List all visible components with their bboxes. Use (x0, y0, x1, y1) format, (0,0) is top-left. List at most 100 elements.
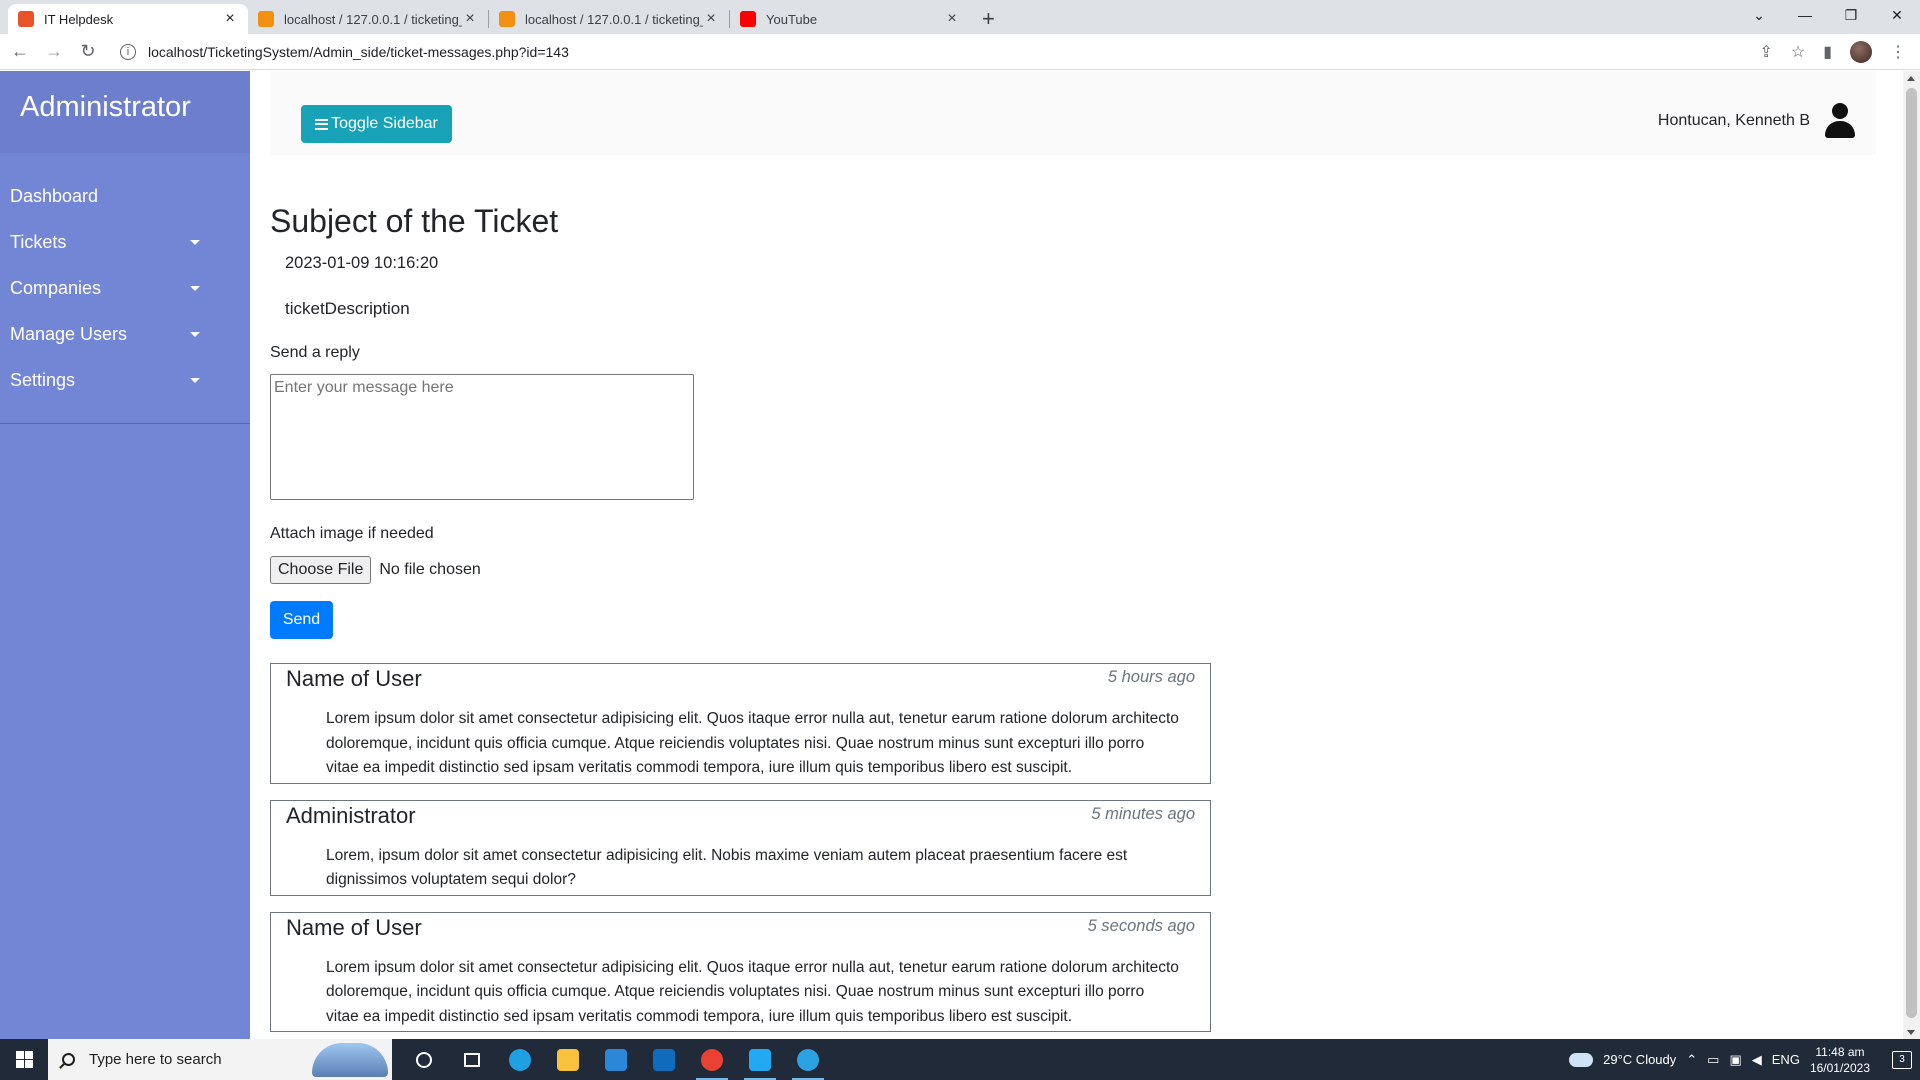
browser-tab-bar: IT Helpdesk × localhost / 127.0.0.1 / ti… (0, 0, 1920, 34)
weather-text[interactable]: 29°C Cloudy (1603, 1052, 1676, 1067)
store-taskbar-button[interactable] (592, 1039, 640, 1080)
start-button[interactable] (0, 1039, 48, 1080)
task-view-icon (464, 1052, 480, 1067)
meet-now-icon[interactable]: ▭ (1707, 1052, 1719, 1068)
address-bar: ← → ↻ i localhost/TicketingSystem/Admin_… (0, 34, 1920, 70)
volume-icon[interactable]: ◀ (1752, 1052, 1762, 1068)
tab-favicon-icon (499, 11, 515, 27)
site-info-icon[interactable]: i (120, 43, 136, 60)
tab-close-icon[interactable]: × (944, 10, 960, 28)
message-body: Lorem ipsum dolor sit amet consectetur a… (326, 710, 1179, 776)
choose-file-button[interactable]: Choose File (270, 556, 372, 584)
task-view-taskbar-button[interactable] (448, 1039, 496, 1080)
hamburger-icon (315, 118, 329, 130)
store-icon (605, 1048, 627, 1071)
clock-date: 16/01/2023 (1809, 1060, 1870, 1075)
reload-icon[interactable]: ↻ (74, 38, 102, 66)
minimize-button[interactable]: — (1782, 0, 1828, 30)
share-icon[interactable]: ⇪ (1759, 42, 1772, 62)
file-explorer-icon (557, 1048, 579, 1071)
tab-title: YouTube (766, 11, 818, 27)
notification-count: 3 (1899, 1054, 1905, 1065)
file-input: Choose File No file chosen (270, 556, 481, 584)
tab-title: localhost / 127.0.0.1 / ticketing_s (525, 11, 703, 27)
tab-favicon-icon (258, 11, 274, 27)
restore-button[interactable]: ❐ (1828, 0, 1874, 30)
mail-icon (653, 1048, 675, 1071)
vscode-icon (749, 1048, 771, 1071)
browser-tab[interactable]: IT Helpdesk × (8, 4, 248, 34)
tab-search-icon[interactable]: ⌄ (1736, 0, 1782, 30)
windows-taskbar: Type here to search 29°C Cloudy ⌃ ▭ ▣ ◀ … (0, 1039, 1920, 1080)
reply-textarea[interactable] (270, 374, 694, 500)
browser-tab[interactable]: YouTube × (730, 4, 970, 34)
sidebar-title: Administrator (0, 71, 250, 153)
notification-icon[interactable]: 3 (1892, 1050, 1912, 1069)
bookmark-star-icon[interactable]: ☆ (1791, 42, 1805, 62)
sidebar-item-manage-users[interactable]: Manage Users (0, 311, 250, 357)
cortana-icon (416, 1051, 432, 1068)
message-card: Name of User 5 hours ago Lorem ipsum dol… (270, 663, 1211, 784)
message-time: 5 hours ago (1107, 668, 1195, 686)
network-icon[interactable]: ▣ (1729, 1052, 1741, 1068)
sidebar-item-companies[interactable]: Companies (0, 265, 250, 311)
sidebar-item-label: Settings (10, 369, 76, 390)
weather-cloud-icon[interactable] (1569, 1052, 1594, 1067)
chrome-icon (701, 1048, 723, 1071)
tab-close-icon[interactable]: × (703, 10, 719, 28)
menu-kebab-icon[interactable]: ⋮ (1890, 42, 1906, 62)
browser-tab[interactable]: localhost / 127.0.0.1 / ticketing_s × (489, 4, 729, 34)
new-tab-button[interactable]: + (970, 4, 1007, 34)
ticket-date: 2023-01-09 10:16:20 (285, 254, 439, 272)
sidebar-item-label: Tickets (10, 231, 67, 252)
tab-favicon-icon (740, 11, 756, 27)
browser-tab[interactable]: localhost / 127.0.0.1 / ticketing_s × (248, 4, 488, 34)
file-explorer-taskbar-button[interactable] (544, 1039, 592, 1080)
back-icon[interactable]: ← (6, 38, 34, 66)
profile-avatar[interactable] (1850, 40, 1872, 63)
user-icon[interactable] (1824, 103, 1856, 139)
message-time: 5 seconds ago (1087, 916, 1195, 935)
sidebar-menu: Dashboard Tickets Companies Manage Users Set… (0, 153, 250, 424)
edge-taskbar-button[interactable] (496, 1039, 544, 1080)
main-content: Toggle Sidebar Hontucan, Kenneth B Subje… (250, 71, 1896, 1039)
send-button[interactable]: Send (270, 601, 333, 639)
chrome-taskbar-button[interactable] (688, 1039, 736, 1080)
message-card: Name of User 5 seconds ago Lorem ipsum d… (270, 911, 1211, 1032)
tab-close-icon[interactable]: × (222, 10, 238, 28)
clock[interactable]: 11:48 am 16/01/2023 (1810, 1044, 1870, 1076)
web-page: Administrator Dashboard Tickets Companies M… (0, 71, 1920, 1039)
taskbar-apps (400, 1039, 832, 1080)
user-menu[interactable]: Hontucan, Kenneth B (1658, 103, 1856, 139)
taskbar-search-placeholder: Type here to search (89, 1051, 222, 1068)
top-navbar: Toggle Sidebar Hontucan, Kenneth B (270, 71, 1876, 155)
message-time: 5 minutes ago (1091, 804, 1195, 823)
sidebar-item-dashboard[interactable]: Dashboard (0, 173, 250, 219)
message-list: Name of User 5 hours ago Lorem ipsum dol… (270, 663, 1211, 1039)
scroll-down-icon[interactable] (1907, 1030, 1915, 1035)
scrollbar-thumb[interactable] (1906, 88, 1917, 1018)
url-text: localhost/TicketingSystem/Admin_side/tic… (148, 43, 569, 60)
telegram-taskbar-button[interactable] (784, 1039, 832, 1080)
cortana-taskbar-button[interactable] (400, 1039, 448, 1080)
tray-chevron-icon[interactable]: ⌃ (1686, 1052, 1697, 1068)
forward-icon[interactable]: → (40, 38, 68, 66)
edge-icon (509, 1048, 531, 1071)
sidebar-item-label: Dashboard (10, 185, 99, 206)
mail-taskbar-button[interactable] (640, 1039, 688, 1080)
system-tray: 29°C Cloudy ⌃ ▭ ▣ ◀ ENG 11:48 am 16/01/2… (1569, 1044, 1920, 1076)
tab-close-icon[interactable]: × (462, 10, 478, 28)
url-field[interactable]: i localhost/TicketingSystem/Admin_side/t… (112, 38, 1759, 66)
taskbar-search[interactable]: Type here to search (48, 1039, 392, 1080)
page-scrollbar[interactable] (1903, 71, 1920, 1039)
sidebar-item-settings[interactable]: Settings (0, 357, 250, 403)
scroll-up-icon[interactable] (1907, 76, 1915, 81)
sidebar-item-tickets[interactable]: Tickets (0, 219, 250, 265)
language-indicator[interactable]: ENG (1772, 1052, 1800, 1067)
side-panel-icon[interactable]: ▮ (1823, 42, 1832, 62)
windows-logo-icon (15, 1051, 33, 1068)
caret-down-icon (190, 285, 200, 291)
close-window-button[interactable]: ✕ (1874, 0, 1920, 30)
toggle-sidebar-button[interactable]: Toggle Sidebar (301, 105, 452, 143)
vscode-taskbar-button[interactable] (736, 1039, 784, 1080)
